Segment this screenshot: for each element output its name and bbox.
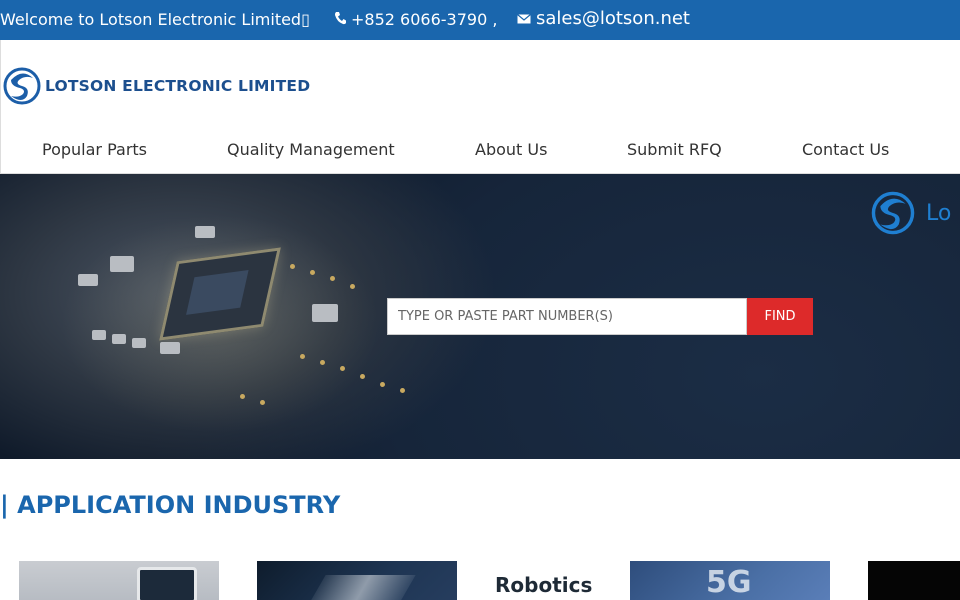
phone-number: +852 6066-3790 ,	[351, 10, 498, 29]
nav-about-us[interactable]: About Us	[475, 140, 547, 159]
nav-quality-management[interactable]: Quality Management	[227, 140, 395, 159]
industry-card-robotics-label[interactable]: Robotics	[495, 573, 592, 597]
mail-icon	[517, 8, 531, 29]
industry-cards: Robotics 5G	[0, 561, 960, 600]
industry-card-5g[interactable]: 5G	[630, 561, 830, 600]
lotson-logo-icon	[3, 67, 41, 105]
welcome-text: Welcome to Lotson Electronic Limited▯	[0, 10, 310, 29]
site-logo[interactable]: LOTSON ELECTRONIC LIMITED	[3, 66, 310, 106]
hero-banner: Lo FIND	[0, 174, 960, 459]
hero-logo: Lo	[868, 190, 951, 236]
application-industry-title: | APPLICATION INDUSTRY	[0, 491, 341, 519]
find-button[interactable]: FIND	[747, 298, 813, 335]
industry-card-automotive[interactable]	[257, 561, 457, 600]
5g-label: 5G	[706, 565, 752, 600]
industry-card-dark[interactable]	[868, 561, 960, 600]
part-search-form: FIND	[387, 298, 813, 335]
site-header: LOTSON ELECTRONIC LIMITED Popular Parts …	[0, 40, 960, 174]
email-address: sales@lotson.net	[536, 8, 690, 29]
lotson-logo-icon	[871, 191, 915, 235]
nav-contact-us[interactable]: Contact Us	[802, 140, 889, 159]
nav-popular-parts[interactable]: Popular Parts	[42, 140, 147, 159]
monitor-image	[137, 567, 197, 600]
main-nav: Popular Parts Quality Management About U…	[1, 140, 960, 164]
hero-logo-text: Lo	[926, 200, 952, 226]
chip-image	[159, 247, 281, 341]
logo-text: LOTSON ELECTRONIC LIMITED	[45, 77, 311, 95]
top-bar: Welcome to Lotson Electronic Limited▯ +8…	[0, 0, 960, 40]
email-contact[interactable]: sales@lotson.net	[517, 8, 690, 29]
phone-icon	[334, 10, 346, 29]
nav-submit-rfq[interactable]: Submit RFQ	[627, 140, 722, 159]
industry-card-medical[interactable]	[19, 561, 219, 600]
phone-contact[interactable]: +852 6066-3790 ,	[334, 10, 497, 29]
part-number-search-input[interactable]	[387, 298, 747, 335]
